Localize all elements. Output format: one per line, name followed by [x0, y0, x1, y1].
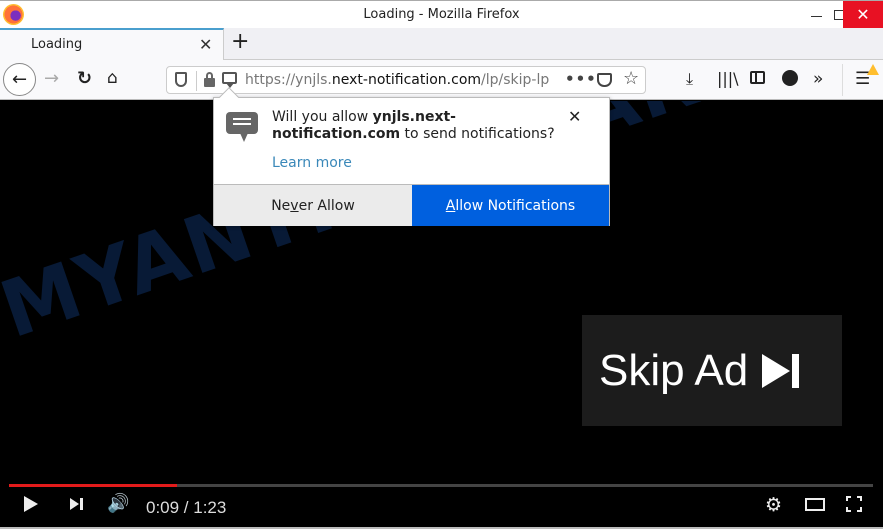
skip-next-icon — [762, 353, 800, 388]
theater-mode-icon[interactable] — [805, 498, 825, 511]
next-video-icon[interactable] — [70, 498, 83, 510]
never-allow-button[interactable]: Ne v er Allow — [214, 185, 412, 226]
tracking-protection-shield-icon[interactable] — [175, 72, 187, 87]
pocket-icon[interactable] — [597, 73, 612, 87]
notification-permission-popup: Will you allow ynjls.next-notification.c… — [213, 87, 610, 226]
play-icon[interactable] — [24, 496, 38, 512]
toolbar-divider — [842, 64, 843, 96]
learn-more-link[interactable]: Learn more — [272, 155, 352, 171]
url-bar[interactable]: https://ynjls.next-notification.com/lp/s… — [166, 66, 646, 94]
skip-ad-button[interactable]: Skip Ad — [582, 315, 842, 426]
window-titlebar: Loading - Mozilla Firefox ✕ — [0, 0, 883, 28]
url-divider — [196, 71, 197, 91]
reload-button[interactable]: ↻ — [77, 68, 92, 89]
video-progress-fill — [9, 484, 178, 487]
url-text[interactable]: https://ynjls.next-notification.com/lp/s… — [245, 72, 565, 88]
back-button[interactable]: ← — [3, 63, 36, 96]
library-icon[interactable]: |||\ — [717, 69, 739, 88]
tracking-alert-icon[interactable] — [782, 70, 798, 86]
url-scheme: https://ynjls. — [245, 72, 332, 88]
downloads-icon[interactable]: ⤓ — [686, 69, 693, 89]
volume-icon[interactable]: 🔊 — [107, 493, 129, 514]
update-warning-icon — [867, 64, 879, 75]
video-time-display: 0:09 / 1:23 — [146, 498, 227, 517]
close-window-button[interactable]: ✕ — [843, 1, 883, 28]
overflow-menu-icon[interactable]: » — [813, 69, 823, 89]
url-host: next-notification.com — [331, 72, 482, 88]
page-actions-icon[interactable]: ••• — [565, 70, 597, 88]
forward-button[interactable]: → — [44, 68, 59, 89]
tab-loading[interactable]: Loading ✕ — [0, 28, 224, 61]
tab-bar: Loading ✕ + — [0, 28, 883, 61]
url-path: /lp/skip-lp — [481, 72, 550, 88]
skip-ad-label: Skip Ad — [599, 345, 749, 395]
popup-buttons: Ne v er Allow Allow Notifications — [214, 184, 609, 226]
popup-message-suffix: to send notifications? — [400, 126, 555, 142]
popup-message: Will you allow ynjls.next-notification.c… — [272, 109, 572, 143]
sidebar-icon[interactable] — [750, 71, 765, 84]
notification-chat-icon — [226, 112, 258, 142]
tab-label: Loading — [31, 37, 83, 52]
allow-notifications-button[interactable]: Allow Notifications — [412, 185, 609, 226]
bookmark-star-icon[interactable]: ☆ — [623, 68, 639, 89]
popup-close-icon[interactable]: ✕ — [568, 107, 581, 126]
lock-icon[interactable] — [204, 72, 215, 87]
new-tab-button[interactable]: + — [231, 29, 249, 54]
settings-gear-icon[interactable]: ⚙ — [765, 494, 782, 516]
video-progress-bar[interactable] — [9, 484, 873, 487]
navigation-toolbar: ← → ↻ ⌂ https://ynjls.next-notification.… — [0, 60, 883, 100]
home-button[interactable]: ⌂ — [107, 68, 118, 88]
fullscreen-icon[interactable] — [846, 496, 862, 512]
tab-close-icon[interactable]: ✕ — [199, 35, 212, 54]
popup-message-prefix: Will you allow — [272, 109, 373, 125]
window-title: Loading - Mozilla Firefox — [363, 7, 520, 22]
notification-permission-icon[interactable] — [222, 72, 237, 88]
